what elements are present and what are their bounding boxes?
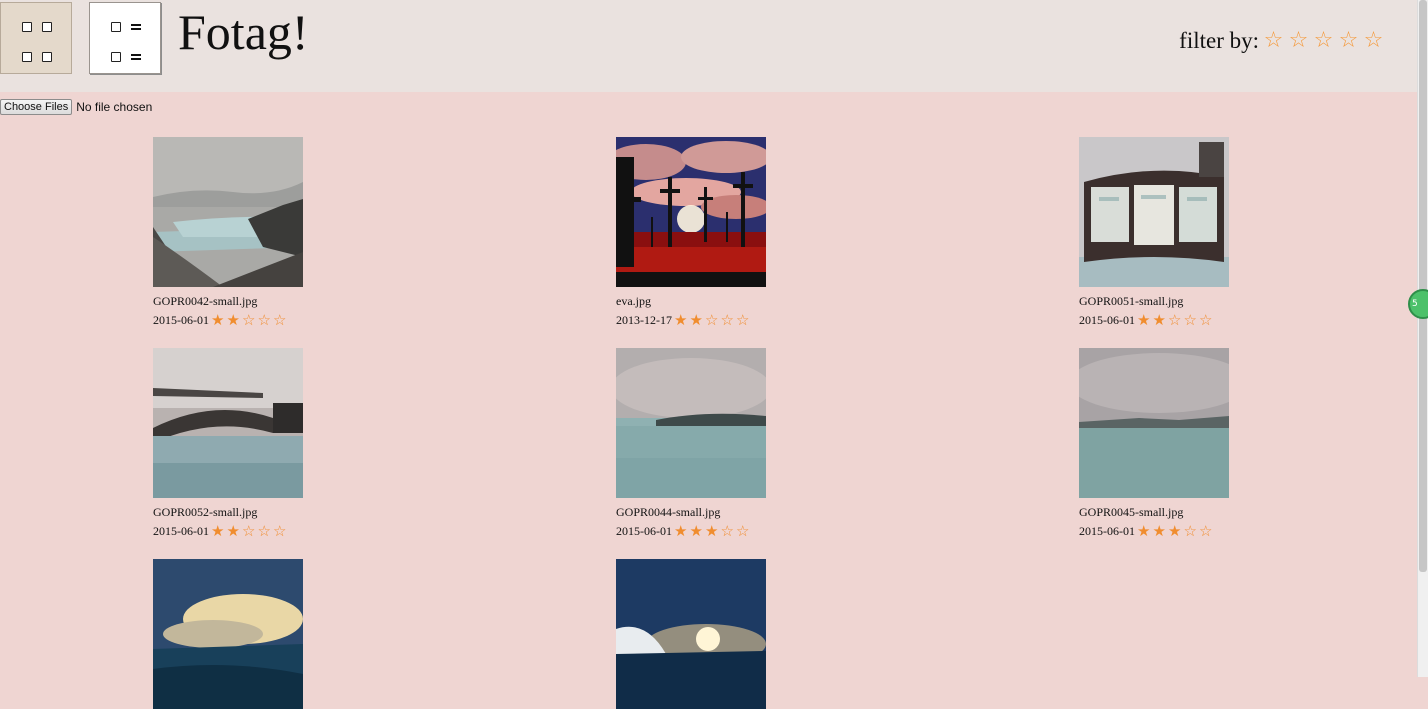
grid-view-button[interactable]	[0, 2, 72, 74]
rating-star-3[interactable]: ★	[704, 523, 720, 539]
photo-meta: 2015-06-01 ★ ★ ★ ☆ ☆	[1079, 523, 1279, 539]
app-title: Fotag!	[178, 4, 309, 60]
list-view-button[interactable]	[89, 2, 161, 74]
grid-view-icon	[42, 22, 52, 32]
photo-rating: ★ ★ ★ ☆ ☆	[1136, 523, 1214, 539]
photo-date: 2015-06-01	[616, 524, 672, 538]
photo-rating: ★ ★ ☆ ☆ ☆	[1136, 312, 1214, 328]
photo-thumbnail[interactable]	[153, 559, 303, 709]
rating-star-4[interactable]: ☆	[1183, 523, 1199, 539]
photo-thumbnail[interactable]	[1079, 137, 1229, 287]
rating-star-5[interactable]: ☆	[735, 312, 751, 328]
photo-card: GOPR0045-small.jpg 2015-06-01 ★ ★ ★ ☆ ☆	[1079, 348, 1279, 539]
photo-card: GOPR0042-small.jpg 2015-06-01 ★ ★ ☆ ☆ ☆	[153, 137, 353, 328]
photo-date: 2015-06-01	[1079, 524, 1135, 538]
rating-star-3[interactable]: ☆	[241, 312, 257, 328]
app-header: Fotag! filter by: ☆ ☆ ☆ ☆ ☆	[0, 0, 1418, 92]
photo-card: GOPR0052-small.jpg 2015-06-01 ★ ★ ☆ ☆ ☆	[153, 348, 353, 539]
photo-filename: eva.jpg	[616, 294, 651, 308]
list-view-icon	[111, 22, 121, 32]
rating-star-5[interactable]: ☆	[1198, 312, 1214, 328]
photo-rating: ★ ★ ☆ ☆ ☆	[210, 312, 288, 328]
photo-thumbnail[interactable]	[616, 559, 766, 709]
photo-meta: 2015-06-01 ★ ★ ☆ ☆ ☆	[153, 312, 353, 328]
photo-thumbnail[interactable]	[153, 137, 303, 287]
photo-date: 2013-12-17	[616, 313, 672, 327]
photo-date: 2015-06-01	[153, 524, 209, 538]
file-status: No file chosen	[76, 100, 153, 114]
rating-star-2[interactable]: ★	[1152, 523, 1168, 539]
photo-thumbnail[interactable]	[616, 137, 766, 287]
rating-filter: filter by: ☆ ☆ ☆ ☆ ☆	[1179, 26, 1386, 56]
rating-star-2[interactable]: ★	[689, 523, 705, 539]
rating-star-1[interactable]: ★	[210, 523, 226, 539]
photo-date: 2015-06-01	[1079, 313, 1135, 327]
photo-thumbnail[interactable]	[1079, 348, 1229, 498]
rating-star-3[interactable]: ☆	[704, 312, 720, 328]
rating-star-4[interactable]: ☆	[257, 312, 273, 328]
rating-star-1[interactable]: ★	[1136, 312, 1152, 328]
photo-card: GOPR0051-small.jpg 2015-06-01 ★ ★ ☆ ☆ ☆	[1079, 137, 1279, 328]
rating-star-3[interactable]: ☆	[1167, 312, 1183, 328]
grid-view-icon	[42, 52, 52, 62]
extension-badge[interactable]: 5	[1408, 289, 1428, 319]
filter-stars: ☆ ☆ ☆ ☆ ☆	[1261, 26, 1386, 56]
photo-filename: GOPR0042-small.jpg	[153, 294, 258, 308]
choose-files-button[interactable]: Choose Files	[0, 99, 73, 115]
photo-filename: GOPR0051-small.jpg	[1079, 294, 1184, 308]
photo-card	[616, 559, 816, 709]
photo-thumbnail[interactable]	[153, 348, 303, 498]
photo-card: eva.jpg 2013-12-17 ★ ★ ☆ ☆ ☆	[616, 137, 816, 328]
scrollbar-thumb[interactable]	[1419, 0, 1427, 572]
rating-star-4[interactable]: ☆	[257, 523, 273, 539]
photo-meta: 2015-06-01 ★ ★ ☆ ☆ ☆	[153, 523, 353, 539]
photo-card: GOPR0044-small.jpg 2015-06-01 ★ ★ ★ ☆ ☆	[616, 348, 816, 539]
rating-star-4[interactable]: ☆	[1183, 312, 1199, 328]
filter-star-1[interactable]: ☆	[1261, 26, 1286, 56]
rating-star-5[interactable]: ☆	[272, 523, 288, 539]
rating-star-3[interactable]: ☆	[241, 523, 257, 539]
grid-view-icon	[22, 52, 32, 62]
photo-thumbnail[interactable]	[616, 348, 766, 498]
rating-star-1[interactable]: ★	[673, 312, 689, 328]
photo-meta: 2015-06-01 ★ ★ ☆ ☆ ☆	[1079, 312, 1279, 328]
vertical-scrollbar[interactable]	[1417, 0, 1428, 677]
rating-star-1[interactable]: ★	[673, 523, 689, 539]
rating-star-5[interactable]: ☆	[735, 523, 751, 539]
rating-star-4[interactable]: ☆	[720, 312, 736, 328]
upload-row: Choose Files No file chosen	[0, 99, 152, 115]
rating-star-5[interactable]: ☆	[272, 312, 288, 328]
photo-meta: 2015-06-01 ★ ★ ★ ☆ ☆	[616, 523, 816, 539]
rating-star-2[interactable]: ★	[226, 312, 242, 328]
filter-star-3[interactable]: ☆	[1311, 26, 1336, 56]
list-view-icon	[111, 52, 121, 62]
list-view-icon	[131, 23, 141, 31]
photo-date: 2015-06-01	[153, 313, 209, 327]
photo-card	[153, 559, 353, 709]
rating-star-1[interactable]: ★	[1136, 523, 1152, 539]
photo-rating: ★ ★ ★ ☆ ☆	[673, 523, 751, 539]
photo-filename: GOPR0052-small.jpg	[153, 505, 258, 519]
filter-star-2[interactable]: ☆	[1286, 26, 1311, 56]
filter-star-5[interactable]: ☆	[1361, 26, 1386, 56]
rating-star-2[interactable]: ★	[689, 312, 705, 328]
rating-star-3[interactable]: ★	[1167, 523, 1183, 539]
rating-star-2[interactable]: ★	[1152, 312, 1168, 328]
rating-star-1[interactable]: ★	[210, 312, 226, 328]
rating-star-4[interactable]: ☆	[720, 523, 736, 539]
filter-star-4[interactable]: ☆	[1336, 26, 1361, 56]
rating-star-5[interactable]: ☆	[1198, 523, 1214, 539]
rating-star-2[interactable]: ★	[226, 523, 242, 539]
filter-label: filter by:	[1179, 28, 1259, 53]
photo-filename: GOPR0045-small.jpg	[1079, 505, 1184, 519]
grid-view-icon	[22, 22, 32, 32]
photo-rating: ★ ★ ☆ ☆ ☆	[210, 523, 288, 539]
photo-filename: GOPR0044-small.jpg	[616, 505, 721, 519]
photo-meta: 2013-12-17 ★ ★ ☆ ☆ ☆	[616, 312, 816, 328]
photo-rating: ★ ★ ☆ ☆ ☆	[673, 312, 751, 328]
list-view-icon	[131, 53, 141, 61]
